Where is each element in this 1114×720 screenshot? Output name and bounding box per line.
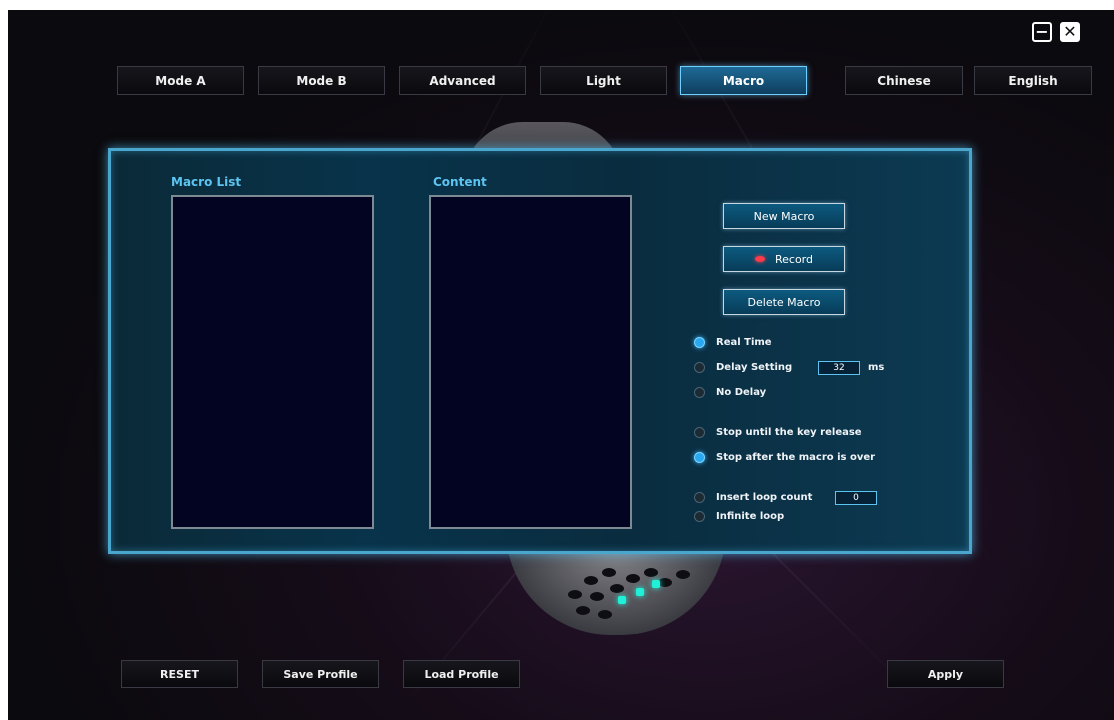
tab-light[interactable]: Light <box>540 66 667 95</box>
macro-list-title: Macro List <box>171 175 242 189</box>
reset-button[interactable]: RESET <box>121 660 238 688</box>
tab-english[interactable]: English <box>974 66 1092 95</box>
record-button-label: Record <box>774 252 813 266</box>
tab-mode-a[interactable]: Mode A <box>117 66 244 95</box>
insert-loop-count-label: Insert loop count <box>716 492 813 503</box>
save-profile-button[interactable]: Save Profile <box>262 660 379 688</box>
delay-setting-label: Delay Setting <box>716 362 793 373</box>
radio-no-delay[interactable] <box>694 387 705 398</box>
macro-list-box[interactable] <box>171 195 374 529</box>
loop-count-input[interactable]: 0 <box>835 491 877 505</box>
stop-after-macro-label: Stop after the macro is over <box>716 452 876 463</box>
radio-real-time[interactable] <box>694 337 705 348</box>
record-icon <box>754 256 765 262</box>
tab-advanced[interactable]: Advanced <box>399 66 526 95</box>
radio-infinite-loop[interactable] <box>694 511 705 522</box>
delay-value-input[interactable]: 32 <box>818 361 860 375</box>
stop-until-release-label: Stop until the key release <box>716 427 862 438</box>
macro-content-box[interactable] <box>429 195 632 529</box>
infinite-loop-label: Infinite loop <box>716 511 785 522</box>
macro-app-window: − ✕ Mode A Mode B Advanced Light Macro C… <box>8 10 1114 720</box>
delay-unit-label: ms <box>868 362 885 373</box>
minimize-icon[interactable]: − <box>1032 22 1052 42</box>
real-time-label: Real Time <box>716 337 772 348</box>
new-macro-button[interactable]: New Macro <box>723 203 845 229</box>
tab-chinese[interactable]: Chinese <box>845 66 963 95</box>
no-delay-label: No Delay <box>716 387 767 398</box>
close-icon[interactable]: ✕ <box>1060 22 1080 42</box>
radio-stop-until-release[interactable] <box>694 427 705 438</box>
delete-macro-button[interactable]: Delete Macro <box>723 289 845 315</box>
macro-panel: Macro List Content New Macro Record Dele… <box>108 148 972 554</box>
tab-macro[interactable]: Macro <box>680 66 807 95</box>
apply-button[interactable]: Apply <box>887 660 1004 688</box>
radio-insert-loop-count[interactable] <box>694 492 705 503</box>
content-title: Content <box>433 175 487 189</box>
tab-mode-b[interactable]: Mode B <box>258 66 385 95</box>
radio-delay-setting[interactable] <box>694 362 705 373</box>
radio-stop-after-macro[interactable] <box>694 452 705 463</box>
load-profile-button[interactable]: Load Profile <box>403 660 520 688</box>
record-button[interactable]: Record <box>723 246 845 272</box>
